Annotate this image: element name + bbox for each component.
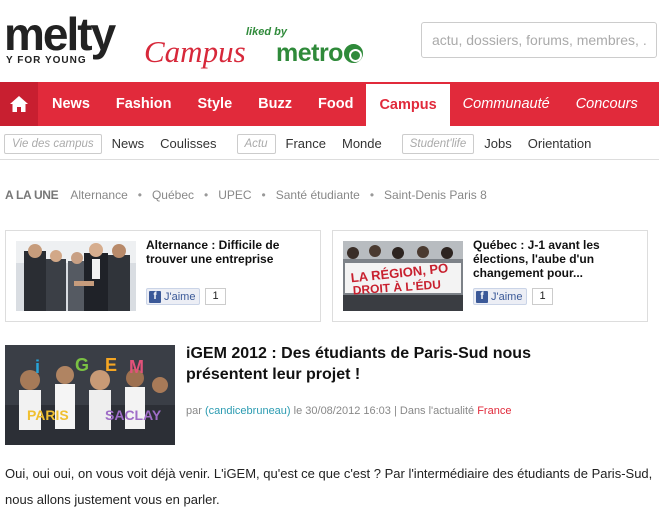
- svg-text:i: i: [35, 357, 40, 377]
- a-la-une-title: A LA UNE: [5, 188, 59, 202]
- a-la-une-bar: A LA UNE Alternance • Québec • UPEC • Sa…: [5, 188, 487, 202]
- nav-fashion[interactable]: Fashion: [103, 82, 185, 126]
- subnav-link-coulisses[interactable]: Coulisses: [160, 136, 216, 151]
- facebook-icon: f: [476, 290, 488, 303]
- home-icon: [10, 96, 28, 112]
- nav-buzz[interactable]: Buzz: [245, 82, 305, 126]
- like-count: 1: [532, 288, 553, 305]
- subnav-link-orientation[interactable]: Orientation: [528, 136, 592, 151]
- partner-label: liked by: [246, 26, 287, 38]
- subnav-tag-student-life: Student'life: [401, 133, 475, 154]
- subnav-link-france[interactable]: France: [286, 136, 326, 151]
- card-title[interactable]: Alternance : Difficile de trouver une en…: [146, 238, 316, 266]
- author-link[interactable]: (candicebruneau): [205, 405, 291, 417]
- meta-date: le 30/08/2012 16:03 | Dans l'actualité: [293, 405, 475, 417]
- home-button[interactable]: [0, 82, 38, 126]
- svg-text:G: G: [75, 355, 89, 375]
- logo-tagline: Y FOR YOUNG: [6, 55, 87, 66]
- topic-link[interactable]: UPEC: [218, 188, 251, 202]
- facebook-like: f J'aime 1: [473, 288, 553, 305]
- subnav-link-jobs[interactable]: Jobs: [484, 136, 511, 151]
- main-nav: News Fashion Style Buzz Food Campus Comm…: [0, 82, 659, 126]
- subnav-link-news[interactable]: News: [112, 136, 145, 151]
- nav-news[interactable]: News: [38, 82, 103, 126]
- campus-logo[interactable]: Campus: [144, 36, 246, 68]
- separator-dot: •: [369, 188, 375, 202]
- like-count: 1: [205, 288, 226, 305]
- article-image[interactable]: i G E M PARIS SACLAY: [5, 345, 175, 445]
- nav-campus[interactable]: Campus: [366, 82, 450, 126]
- svg-text:M: M: [129, 357, 144, 377]
- card-thumbnail[interactable]: LA RÉGION, PO DROIT À L'ÉDU: [343, 241, 463, 311]
- facebook-like-button[interactable]: f J'aime: [146, 288, 201, 305]
- featured-card[interactable]: LA RÉGION, PO DROIT À L'ÉDU Québec : J-1…: [332, 230, 648, 322]
- article-excerpt: Oui, oui oui, on vous voit déjà venir. L…: [5, 466, 653, 507]
- facebook-icon: f: [149, 290, 161, 303]
- separator-dot: •: [137, 188, 142, 202]
- svg-text:SACLAY: SACLAY: [105, 407, 162, 423]
- sub-nav: Vie des campus News Coulisses Actu Franc…: [0, 128, 659, 160]
- meta-prefix: par: [186, 405, 202, 417]
- article-meta: par (candicebruneau) le 30/08/2012 16:03…: [186, 405, 511, 417]
- nav-food[interactable]: Food: [305, 82, 366, 126]
- facebook-like-button[interactable]: f J'aime: [473, 288, 528, 305]
- category-link[interactable]: France: [477, 405, 511, 417]
- topic-link[interactable]: Alternance: [70, 188, 127, 202]
- melty-logo[interactable]: melty: [4, 11, 116, 57]
- topic-link[interactable]: Saint-Denis Paris 8: [384, 188, 487, 202]
- search-input[interactable]: [422, 23, 656, 57]
- subnav-link-monde[interactable]: Monde: [342, 136, 382, 151]
- search-box[interactable]: [421, 22, 657, 58]
- globe-icon: [343, 44, 363, 63]
- site-header: melty Y FOR YOUNG Campus liked by metro: [0, 0, 659, 80]
- nav-communaute[interactable]: Communauté: [450, 82, 563, 126]
- separator-dot: •: [261, 188, 266, 202]
- facebook-like: f J'aime 1: [146, 288, 226, 305]
- nav-style[interactable]: Style: [184, 82, 245, 126]
- subnav-tag-vie-des-campus: Vie des campus: [4, 133, 102, 154]
- card-thumbnail[interactable]: [16, 241, 136, 311]
- nav-concours[interactable]: Concours: [563, 82, 651, 126]
- topic-link[interactable]: Québec: [152, 188, 194, 202]
- card-title[interactable]: Québec : J-1 avant les élections, l'aube…: [473, 238, 643, 280]
- metro-logo[interactable]: metro: [276, 40, 363, 66]
- topic-link[interactable]: Santé étudiante: [276, 188, 360, 202]
- featured-card[interactable]: Alternance : Difficile de trouver une en…: [5, 230, 321, 322]
- article-title[interactable]: iGEM 2012 : Des étudiants de Paris-Sud n…: [186, 343, 606, 385]
- subnav-tag-actu: Actu: [236, 133, 276, 154]
- separator-dot: •: [204, 188, 209, 202]
- svg-text:PARIS: PARIS: [27, 407, 69, 423]
- svg-text:E: E: [105, 355, 117, 375]
